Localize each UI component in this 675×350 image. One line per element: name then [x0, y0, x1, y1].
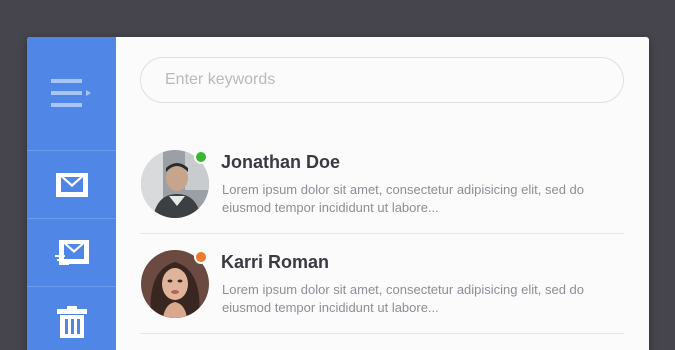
away-status-badge — [194, 250, 208, 264]
sender-name: Jonathan Doe — [221, 152, 341, 172]
trash-icon — [56, 306, 87, 338]
sent-button[interactable] — [27, 219, 116, 286]
search-input[interactable] — [140, 57, 624, 103]
message-item[interactable]: Karri Roman Lorem ipsum dolor sit amet, … — [140, 235, 624, 334]
message-preview: Lorem ipsum dolor sit amet, consectetur … — [222, 282, 585, 315]
online-status-badge — [194, 150, 208, 164]
message-panel: Jonathan Doe Lorem ipsum dolor sit amet,… — [116, 37, 649, 350]
sidebar — [27, 37, 116, 350]
inbox-button[interactable] — [27, 151, 116, 218]
hamburger-menu-icon — [50, 78, 91, 107]
message-preview: Lorem ipsum dolor sit amet, consectetur … — [222, 182, 585, 215]
message-item[interactable]: Jonathan Doe Lorem ipsum dolor sit amet,… — [140, 135, 624, 234]
sender-name: Karri Roman — [221, 252, 330, 272]
menu-button[interactable] — [27, 37, 116, 150]
envelope-icon — [55, 172, 88, 197]
envelope-send-icon — [54, 239, 89, 265]
mail-app-window: Jonathan Doe Lorem ipsum dolor sit amet,… — [27, 37, 649, 350]
trash-button[interactable] — [27, 287, 116, 350]
